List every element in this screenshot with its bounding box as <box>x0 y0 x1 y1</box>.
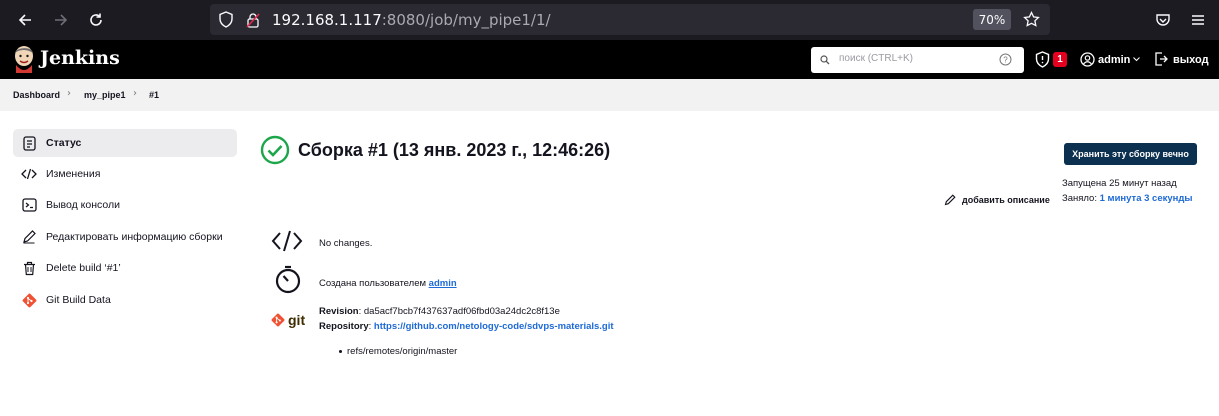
no-changes-text: No changes. <box>319 238 373 249</box>
security-shield-icon[interactable] <box>1035 51 1050 68</box>
keep-build-forever-button[interactable]: Хранить эту сборку вечно <box>1064 143 1197 165</box>
page-title: Сборка #1 (13 янв. 2023 г., 12:46:26) <box>298 140 611 160</box>
build-duration-link[interactable]: 1 минута 3 секунды <box>1100 193 1193 204</box>
breadcrumb-job[interactable]: my_pipe1 <box>84 90 126 100</box>
breadcrumb-build[interactable]: #1 <box>149 90 159 100</box>
sidebar-item-label: Статус <box>46 137 82 149</box>
bookmark-star-icon <box>1023 11 1040 27</box>
user-menu-label[interactable]: admin <box>1098 54 1130 66</box>
repository-line: Repository: https://github.com/netology-… <box>319 321 614 332</box>
address-bar[interactable]: 192.168.1.117:8080/job/my_pipe1/1/ 70% <box>210 4 1050 35</box>
add-description-label: добавить описание <box>962 195 1050 205</box>
shield-icon <box>219 11 233 28</box>
reload-button[interactable] <box>83 7 109 33</box>
git-diamond-icon <box>271 313 285 327</box>
git-logo-text: git <box>288 312 306 328</box>
build-duration: Заняло: 1 минута 3 секунды <box>1062 193 1193 204</box>
timer-icon <box>275 265 301 294</box>
logout-icon[interactable] <box>1154 52 1168 66</box>
sidebar-item-changes[interactable]: Изменения <box>13 160 237 188</box>
sidebar-item-label: Delete build ‘#1’ <box>46 262 121 274</box>
chevron-down-icon[interactable] <box>1133 57 1140 62</box>
url-text: 192.168.1.117:8080/job/my_pipe1/1/ <box>272 10 551 29</box>
user-icon[interactable] <box>1080 52 1095 67</box>
build-duration-label: Заняло: <box>1062 193 1100 204</box>
menu-button[interactable] <box>1185 7 1211 33</box>
svg-text:?: ? <box>1003 56 1008 65</box>
build-started-time: Запущена 25 минут назад <box>1062 178 1177 189</box>
jenkins-logo-text[interactable]: Jenkins <box>40 47 120 69</box>
logout-link[interactable]: выход <box>1173 54 1209 66</box>
pocket-button[interactable] <box>1150 7 1176 33</box>
git-icon <box>21 292 37 308</box>
sidebar-item-label: Вывод консоли <box>46 199 120 211</box>
revision-value: : da5acf7bcb7f437637adf06fbd03a24dc2c8f1… <box>358 306 560 317</box>
url-path: :8080/job/my_pipe1/1/ <box>381 11 551 29</box>
search-icon <box>820 55 830 65</box>
sidebar-item-git-build-data[interactable]: Git Build Data <box>13 286 237 314</box>
help-icon[interactable]: ? <box>999 53 1012 66</box>
pencil-icon <box>944 194 956 206</box>
success-check-icon <box>260 135 290 165</box>
breadcrumb: Dashboard › my_pipe1 › #1 <box>0 79 1219 111</box>
terminal-icon <box>21 197 37 213</box>
forward-button[interactable] <box>48 7 74 33</box>
trash-icon <box>21 260 37 276</box>
created-by-prefix: Создана пользователем <box>319 278 429 289</box>
alert-count-badge[interactable]: 1 <box>1053 52 1067 67</box>
document-icon <box>21 135 37 151</box>
url-host: 192.168.1.117 <box>272 11 382 29</box>
sidebar-item-delete-build[interactable]: Delete build ‘#1’ <box>13 254 237 282</box>
branch-name: refs/remotes/origin/master <box>347 346 458 357</box>
git-logo: git <box>271 312 305 328</box>
add-description-button[interactable]: добавить описание <box>944 194 1050 206</box>
search-placeholder: поиск (CTRL+K) <box>839 53 913 64</box>
breadcrumb-separator: › <box>67 88 71 99</box>
browser-toolbar: 192.168.1.117:8080/job/my_pipe1/1/ 70% <box>0 0 1219 40</box>
arrow-left-icon <box>18 14 31 26</box>
pocket-icon <box>1156 14 1170 26</box>
edit-icon <box>21 229 37 245</box>
revision-label: Revision <box>319 306 359 317</box>
arrow-right-icon <box>55 14 68 26</box>
jenkins-logo-icon[interactable] <box>12 45 36 73</box>
created-by: Создана пользователем admin <box>319 278 457 289</box>
breadcrumb-separator: › <box>133 88 137 99</box>
hamburger-icon <box>1192 15 1204 25</box>
created-by-user-link[interactable]: admin <box>429 278 457 289</box>
sidebar-item-status[interactable]: Статус <box>13 129 237 157</box>
code-icon <box>21 166 37 182</box>
sidebar-item-label: Редактировать информацию сборки <box>46 231 223 243</box>
repository-link[interactable]: https://github.com/netology-code/sdvps-m… <box>374 321 614 332</box>
zoom-level[interactable]: 70% <box>973 9 1011 30</box>
reload-icon <box>90 13 102 26</box>
sidebar-item-edit-build-info[interactable]: Редактировать информацию сборки <box>13 223 237 251</box>
bullet <box>339 349 342 353</box>
branch-list-item: refs/remotes/origin/master <box>339 346 457 357</box>
revision-line: Revision: da5acf7bcb7f437637adf06fbd03a2… <box>319 306 560 317</box>
insecure-lock-icon <box>246 13 260 28</box>
back-button[interactable] <box>12 7 38 33</box>
sidebar-item-label: Git Build Data <box>46 294 111 306</box>
repository-label: Repository <box>319 321 369 332</box>
search-input[interactable]: поиск (CTRL+K) ? <box>811 47 1024 73</box>
breadcrumb-dashboard[interactable]: Dashboard <box>13 90 60 100</box>
code-changes-icon <box>271 230 303 252</box>
sidebar-item-console[interactable]: Вывод консоли <box>13 191 237 219</box>
sidebar-item-label: Изменения <box>46 168 101 180</box>
